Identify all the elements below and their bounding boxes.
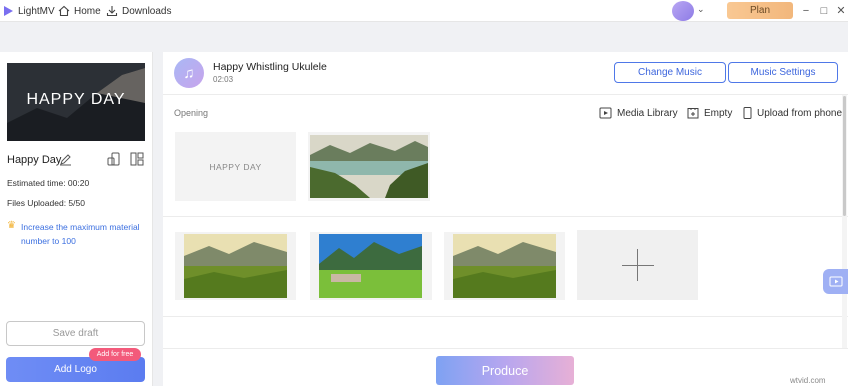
valley-sunrise-image — [184, 234, 287, 298]
lightmv-logo-icon — [4, 6, 13, 16]
preview-button[interactable] — [823, 269, 848, 294]
app-brand: LightMV — [2, 0, 55, 22]
upgrade-link[interactable]: Increase the maximum material number to … — [21, 220, 146, 248]
layout-grid-icon[interactable] — [130, 152, 144, 166]
preview-icon — [829, 276, 842, 286]
music-note-icon: ♫ — [174, 58, 204, 88]
media-library-button[interactable]: Media Library — [599, 106, 678, 120]
media-library-label: Media Library — [617, 107, 678, 119]
media-clip-4[interactable] — [444, 232, 565, 300]
empty-button[interactable]: Empty — [687, 106, 732, 120]
close-button[interactable]: ✕ — [834, 2, 848, 19]
download-icon — [106, 6, 118, 17]
lake-mountain-image — [310, 135, 428, 198]
thumbnail-title: HAPPY DAY — [26, 91, 126, 108]
estimated-time: Estimated time: 00:20 — [7, 178, 90, 188]
music-bar: ♫ Happy Whistling Ukulele 02:03 Change M… — [163, 52, 848, 95]
valley-sunrise-image-2 — [453, 234, 556, 298]
project-thumbnail: HAPPY DAY — [7, 63, 145, 141]
minimize-button[interactable]: − — [799, 2, 813, 19]
phone-icon — [743, 107, 752, 119]
music-title: Happy Whistling Ukulele — [213, 61, 327, 73]
media-library-icon — [599, 107, 612, 119]
plan-button[interactable]: Plan — [727, 2, 793, 19]
change-music-button[interactable]: Change Music — [614, 62, 726, 83]
media-clip-1[interactable] — [308, 132, 430, 201]
watermark: wtvid.com — [790, 376, 826, 385]
upload-from-phone-button[interactable]: Upload from phone — [743, 106, 842, 120]
music-duration: 02:03 — [213, 75, 234, 84]
save-draft-button[interactable]: Save draft — [6, 321, 145, 346]
home-link[interactable]: Home — [58, 0, 101, 22]
maximize-button[interactable]: □ — [817, 2, 831, 19]
chevron-down-icon[interactable]: ⌄ — [697, 4, 705, 15]
scrollbar-thumb[interactable] — [843, 96, 846, 216]
opening-label: Opening — [174, 108, 209, 118]
section-divider-2 — [163, 316, 848, 317]
editor-main: ♫ Happy Whistling Ukulele 02:03 Change M… — [163, 52, 848, 386]
plus-icon — [622, 265, 654, 266]
opening-title-card[interactable]: HAPPY DAY — [175, 132, 296, 201]
project-title: Happy Day — [7, 154, 62, 166]
home-icon — [58, 5, 70, 17]
add-media-slot[interactable] — [577, 230, 698, 300]
section-divider — [163, 216, 848, 217]
media-clip-2[interactable] — [175, 232, 296, 300]
media-clip-3[interactable] — [310, 232, 432, 300]
project-panel: HAPPY DAY Happy Day Estimated time: 00:2… — [0, 52, 153, 386]
files-uploaded: Files Uploaded: 5/50 — [7, 198, 85, 208]
title-card-text: HAPPY DAY — [209, 161, 262, 172]
home-label: Home — [74, 5, 101, 17]
edit-pencil-icon[interactable] — [59, 153, 72, 166]
empty-slot-icon — [687, 108, 699, 119]
produce-button[interactable]: Produce — [436, 356, 574, 385]
empty-label: Empty — [704, 107, 733, 119]
phone-ratio-icon[interactable] — [107, 152, 121, 166]
user-avatar[interactable] — [672, 1, 694, 21]
upload-from-phone-label: Upload from phone — [757, 107, 843, 119]
downloads-label: Downloads — [122, 5, 172, 17]
alpine-village-image — [319, 234, 422, 298]
app-name: LightMV — [18, 5, 55, 17]
downloads-link[interactable]: Downloads — [106, 0, 171, 22]
title-bar: LightMV Home Downloads ⌄ Plan − □ ✕ — [0, 0, 848, 22]
music-settings-button[interactable]: Music Settings — [728, 62, 838, 83]
crown-icon: ♛ — [7, 220, 16, 231]
add-for-free-badge: Add for free — [89, 348, 141, 361]
